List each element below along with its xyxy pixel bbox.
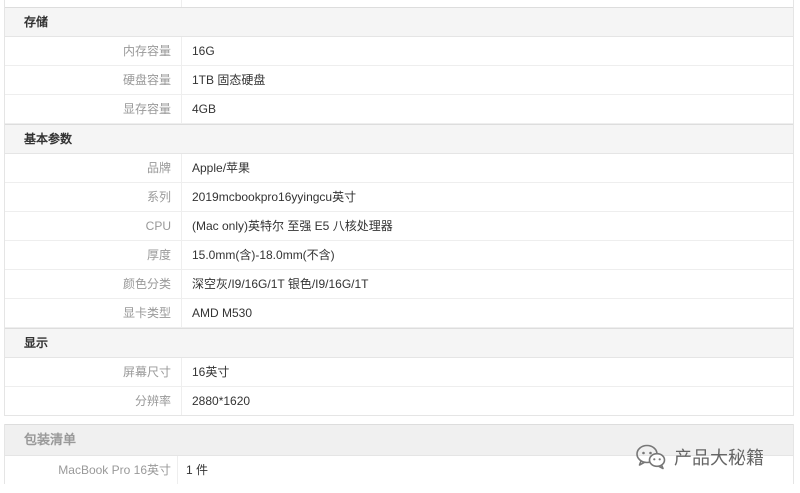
spec-row: 硬盘容量 1TB 固态硬盘 bbox=[5, 66, 793, 95]
spec-row: 显存容量 4GB bbox=[5, 95, 793, 124]
spec-value: (Mac only)英特尔 至强 E5 八核处理器 bbox=[192, 219, 393, 233]
watermark-text: 产品大秘籍 bbox=[674, 448, 764, 468]
spec-value: 16英寸 bbox=[192, 365, 230, 379]
group-header-display: 显示 bbox=[5, 328, 793, 358]
spec-row: 内存容量 16G bbox=[5, 37, 793, 66]
spec-value: 16G bbox=[192, 44, 215, 58]
group-header-storage: 存储 bbox=[5, 8, 793, 37]
spec-value: 深空灰/I9/16G/1T 银色/I9/16G/1T bbox=[192, 277, 369, 291]
spec-row: 屏幕尺寸 16英寸 bbox=[5, 358, 793, 387]
spec-row: CPU (Mac only)英特尔 至强 E5 八核处理器 bbox=[5, 212, 793, 241]
spec-key: 内存容量 bbox=[5, 37, 182, 65]
group-header-basic-params: 基本参数 bbox=[5, 124, 793, 154]
spec-value: AMD M530 bbox=[192, 306, 253, 320]
previous-row-remnant bbox=[5, 0, 793, 8]
spec-value: 2019mcbookpro16yyingcu英寸 bbox=[192, 190, 357, 204]
spec-value: 4GB bbox=[192, 102, 217, 116]
spec-key: 颜色分类 bbox=[5, 270, 182, 298]
spec-row: 分辨率 2880*1620 bbox=[5, 387, 793, 415]
spec-row: 品牌 Apple/苹果 bbox=[5, 154, 793, 183]
spec-key: 显卡类型 bbox=[5, 299, 182, 327]
spec-key: 系列 bbox=[5, 183, 182, 211]
spec-row: 显卡类型 AMD M530 bbox=[5, 299, 793, 328]
spec-value: 1TB 固态硬盘 bbox=[192, 73, 266, 87]
wechat-icon bbox=[636, 444, 666, 470]
package-item-name: MacBook Pro 16英寸 bbox=[5, 456, 178, 484]
spec-value: 15.0mm(含)-18.0mm(不含) bbox=[192, 248, 335, 262]
spec-row: 颜色分类 深空灰/I9/16G/1T 银色/I9/16G/1T bbox=[5, 270, 793, 299]
spec-key: 品牌 bbox=[5, 154, 182, 182]
spec-key: CPU bbox=[5, 212, 182, 240]
watermark: 产品大秘籍 bbox=[636, 444, 764, 470]
package-item-qty: 1 件 bbox=[186, 463, 209, 477]
spec-row: 系列 2019mcbookpro16yyingcu英寸 bbox=[5, 183, 793, 212]
spec-key: 屏幕尺寸 bbox=[5, 358, 182, 386]
spec-key: 硬盘容量 bbox=[5, 66, 182, 94]
spec-value: Apple/苹果 bbox=[192, 161, 251, 175]
spec-value: 2880*1620 bbox=[192, 394, 251, 408]
spec-row: 厚度 15.0mm(含)-18.0mm(不含) bbox=[5, 241, 793, 270]
spec-key: 厚度 bbox=[5, 241, 182, 269]
spec-key: 显存容量 bbox=[5, 95, 182, 123]
spec-key: 分辨率 bbox=[5, 387, 182, 415]
spec-table: 存储 内存容量 16G 硬盘容量 1TB 固态硬盘 显存容量 4GB 基本参数 … bbox=[4, 0, 794, 416]
